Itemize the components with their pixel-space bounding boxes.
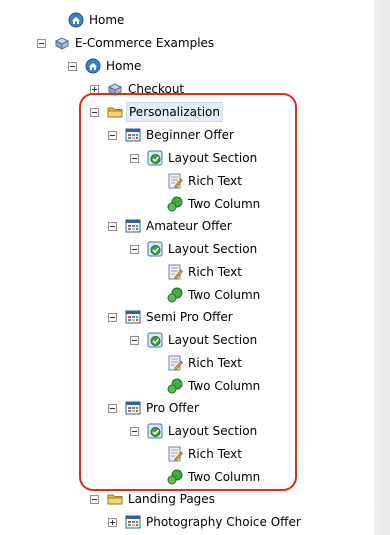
tree-node-label: Photography Choice Offer (146, 515, 301, 529)
cube-stack-icon (107, 81, 123, 97)
tree-node-semi-pro-offer[interactable]: Semi Pro Offer (108, 307, 235, 327)
tree-node-home-site[interactable]: Home (68, 56, 143, 76)
tree-node-rich-text[interactable]: Rich Text (167, 171, 244, 191)
tree-node-label: Layout Section (168, 424, 258, 438)
grid-page-icon (125, 127, 141, 143)
edit-document-icon (167, 173, 183, 189)
tree-node-checkout[interactable]: Checkout (90, 79, 186, 99)
collapse-icon[interactable] (90, 107, 99, 117)
grid-page-icon (125, 218, 141, 234)
green-puzzle-icon (167, 378, 183, 394)
tree-node-personalization[interactable]: Personalization (90, 102, 223, 122)
tree-node-rich-text[interactable]: Rich Text (167, 353, 244, 373)
folder-icon (107, 104, 123, 120)
folder-icon (107, 491, 123, 507)
tree-node-label: Layout Section (168, 333, 258, 347)
collapse-icon[interactable] (130, 335, 139, 345)
tree-node-label: Personalization (126, 102, 223, 122)
collapse-icon[interactable] (108, 221, 117, 231)
check-document-icon (147, 423, 163, 439)
tree-node-label: Rich Text (188, 356, 242, 370)
tree-node-label: Two Column (188, 379, 261, 393)
collapse-icon[interactable] (108, 403, 117, 413)
collapse-icon[interactable] (90, 494, 99, 504)
tree-node-label: E-Commerce Examples (75, 36, 215, 50)
tree-node-label: Rich Text (188, 265, 242, 279)
tree-node-pro-offer[interactable]: Pro Offer (108, 398, 201, 418)
tree-node-label: Home (106, 59, 142, 73)
tree-node-label: Rich Text (188, 174, 242, 188)
home-icon (85, 58, 101, 74)
grid-page-icon (125, 400, 141, 416)
tree-node-label: Rich Text (188, 447, 242, 461)
collapse-icon[interactable] (130, 244, 139, 254)
tree-node-rich-text[interactable]: Rich Text (167, 444, 244, 464)
expand-icon[interactable] (90, 84, 99, 94)
collapse-icon[interactable] (108, 312, 117, 322)
edit-document-icon (167, 264, 183, 280)
tree-node-layout-section[interactable]: Layout Section (130, 239, 259, 259)
edit-document-icon (167, 355, 183, 371)
tree-node-label: Layout Section (168, 151, 258, 165)
tree-node-label: Checkout (128, 82, 185, 96)
tree-node-two-column[interactable]: Two Column (167, 194, 262, 214)
collapse-icon[interactable] (68, 61, 77, 71)
tree-node-amateur-offer[interactable]: Amateur Offer (108, 216, 234, 236)
check-document-icon (147, 332, 163, 348)
collapse-icon[interactable] (130, 426, 139, 436)
tree-node-two-column[interactable]: Two Column (167, 376, 262, 396)
check-document-icon (147, 241, 163, 257)
home-icon (68, 12, 84, 28)
green-puzzle-icon (167, 287, 183, 303)
grid-page-icon (125, 309, 141, 325)
tree-node-landing-pages[interactable]: Landing Pages (90, 489, 217, 509)
tree-node-label: Layout Section (168, 242, 258, 256)
tree-node-layout-section[interactable]: Layout Section (130, 330, 259, 350)
expand-icon[interactable] (108, 517, 117, 527)
tree-node-label: Amateur Offer (146, 219, 232, 233)
tree-node-label: Two Column (188, 197, 261, 211)
green-puzzle-icon (167, 469, 183, 485)
grid-page-icon (125, 514, 141, 530)
tree-node-two-column[interactable]: Two Column (167, 467, 262, 487)
panel-edge (374, 0, 390, 535)
tree-node-label: Landing Pages (128, 492, 215, 506)
collapse-icon[interactable] (130, 153, 139, 163)
green-puzzle-icon (167, 196, 183, 212)
tree-node-label: Two Column (188, 470, 261, 484)
tree-node-label: Pro Offer (146, 401, 199, 415)
cube-stack-icon (54, 35, 70, 51)
tree-node-label: Home (89, 13, 125, 27)
content-tree-panel: Home E-Commerce Examples Home Checkout P… (0, 0, 374, 535)
tree-node-label: Semi Pro Offer (146, 310, 233, 324)
tree-node-label: Two Column (188, 288, 261, 302)
edit-document-icon (167, 446, 183, 462)
collapse-icon[interactable] (37, 38, 46, 48)
collapse-icon[interactable] (108, 130, 117, 140)
tree-node-layout-section[interactable]: Layout Section (130, 421, 259, 441)
tree-node-home[interactable]: Home (68, 10, 126, 30)
tree-node-layout-section[interactable]: Layout Section (130, 148, 259, 168)
tree-node-label: Beginner Offer (146, 128, 234, 142)
tree-node-photography-choice-offer[interactable]: Photography Choice Offer (108, 512, 303, 532)
tree-node-beginner-offer[interactable]: Beginner Offer (108, 125, 236, 145)
tree-node-two-column[interactable]: Two Column (167, 285, 262, 305)
check-document-icon (147, 150, 163, 166)
tree-node-e-commerce-examples[interactable]: E-Commerce Examples (37, 33, 216, 53)
tree-node-rich-text[interactable]: Rich Text (167, 262, 244, 282)
